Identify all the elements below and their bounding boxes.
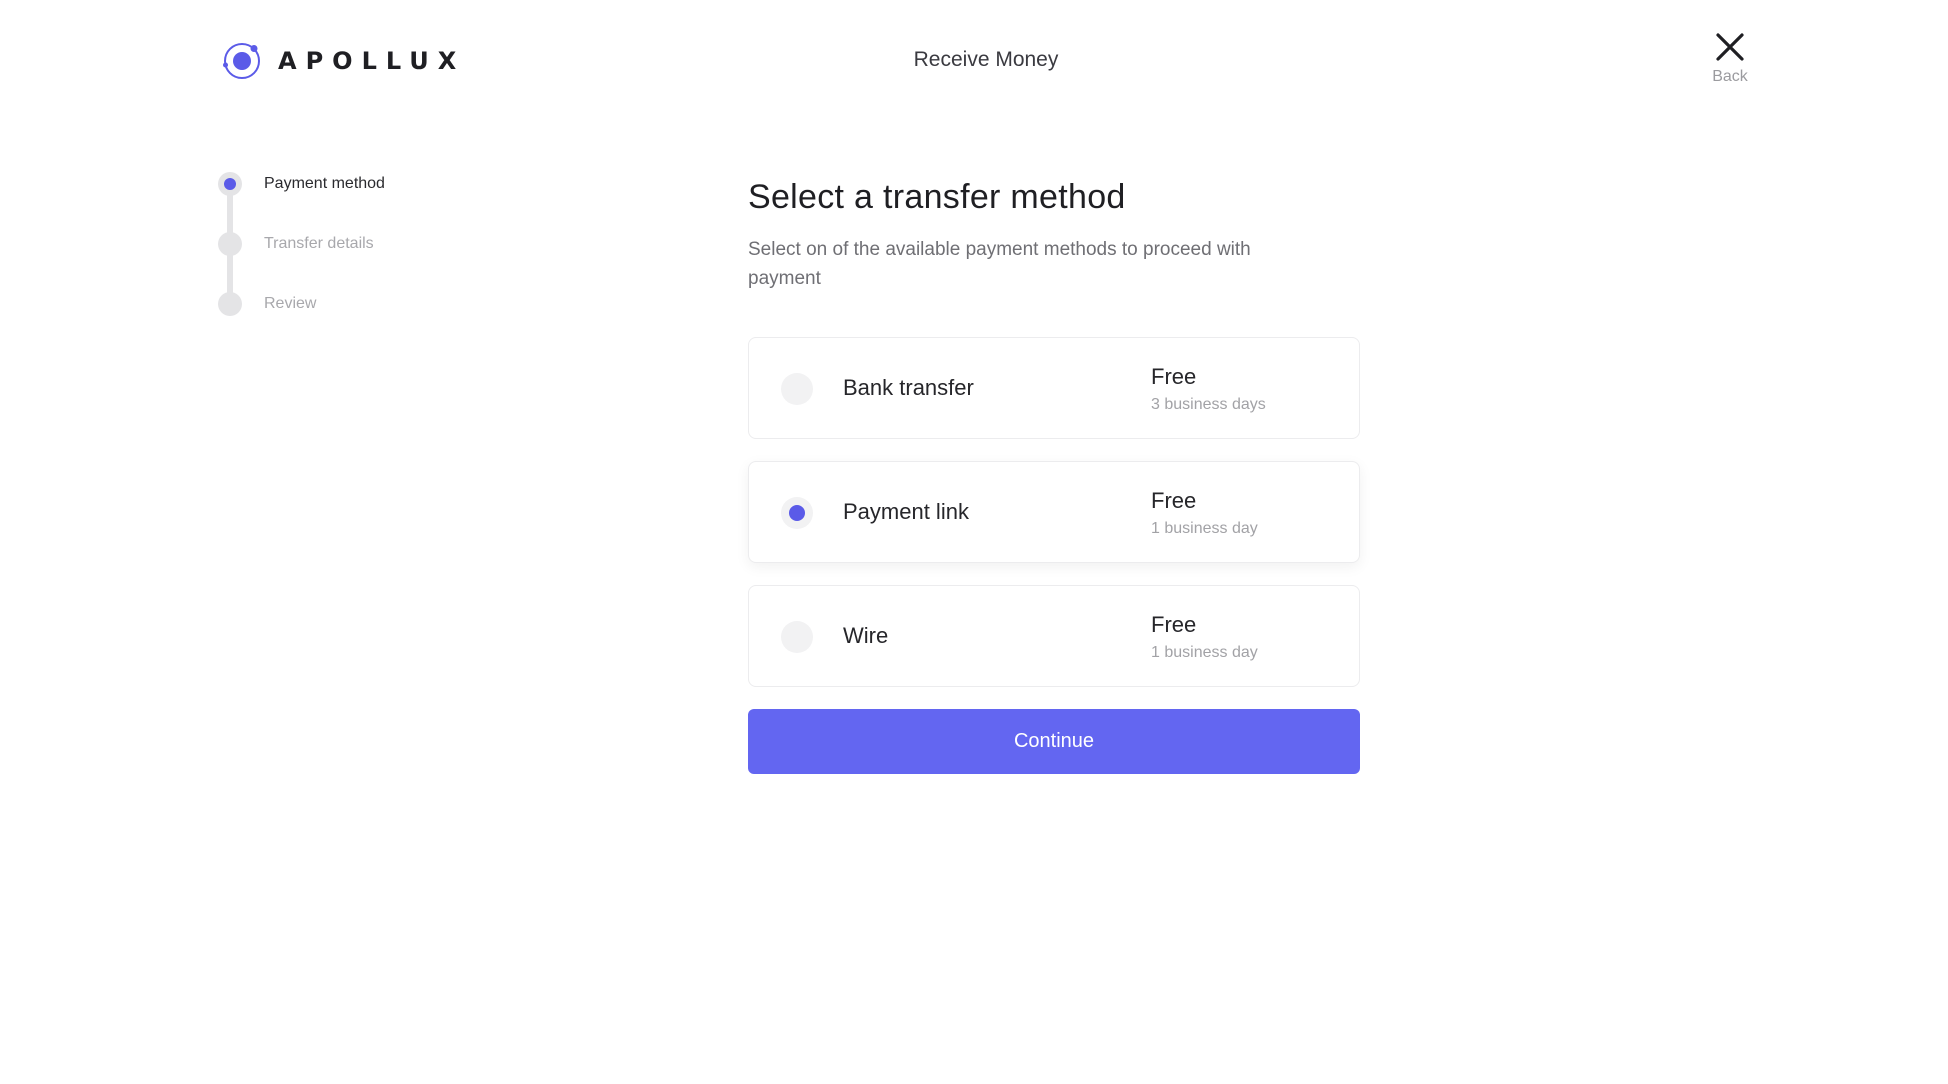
- section-subtitle: Select on of the available payment metho…: [748, 239, 1251, 289]
- option-fee: Free: [1151, 364, 1197, 389]
- step-label: Review: [264, 295, 317, 312]
- continue-button[interactable]: Continue: [748, 709, 1360, 774]
- back-button[interactable]: Back: [1700, 32, 1760, 86]
- option-name: Bank transfer: [843, 375, 974, 400]
- transfer-method-options: Bank transfer Free 3 business days Payme…: [748, 337, 1360, 687]
- step-indicator: [218, 232, 242, 256]
- radio-button[interactable]: [781, 621, 813, 653]
- radio-button-selected[interactable]: [781, 497, 813, 529]
- option-payment-link[interactable]: Payment link Free 1 business day: [748, 461, 1360, 563]
- progress-stepper: Payment method Transfer details Review: [218, 172, 385, 352]
- option-wire[interactable]: Wire Free 1 business day: [748, 585, 1360, 687]
- back-label: Back: [1712, 68, 1748, 85]
- section-title: Select a transfer method: [748, 178, 1126, 216]
- option-delivery-time: 1 business day: [1151, 520, 1258, 537]
- option-delivery-time: 3 business days: [1151, 396, 1266, 413]
- radio-button[interactable]: [781, 373, 813, 405]
- option-fee: Free: [1151, 612, 1197, 637]
- option-name: Wire: [843, 623, 889, 648]
- step-indicator: [218, 292, 242, 316]
- step-label: Transfer details: [264, 235, 374, 252]
- option-bank-transfer[interactable]: Bank transfer Free 3 business days: [748, 337, 1360, 439]
- step-payment-method: Payment method: [218, 172, 385, 232]
- option-delivery-time: 1 business day: [1151, 644, 1258, 661]
- step-label: Payment method: [264, 175, 385, 192]
- step-transfer-details: Transfer details: [218, 232, 385, 292]
- receive-money-page: APOLLUX Receive Money Back Payment metho…: [0, 0, 1948, 1084]
- option-fee: Free: [1151, 488, 1197, 513]
- close-icon: [1716, 33, 1744, 61]
- step-indicator-active: [218, 172, 242, 196]
- page-title: Receive Money: [913, 48, 1059, 71]
- option-name: Payment link: [843, 499, 969, 524]
- transfer-method-panel: Select a transfer method Select on of th…: [748, 178, 1360, 774]
- step-review: Review: [218, 292, 385, 352]
